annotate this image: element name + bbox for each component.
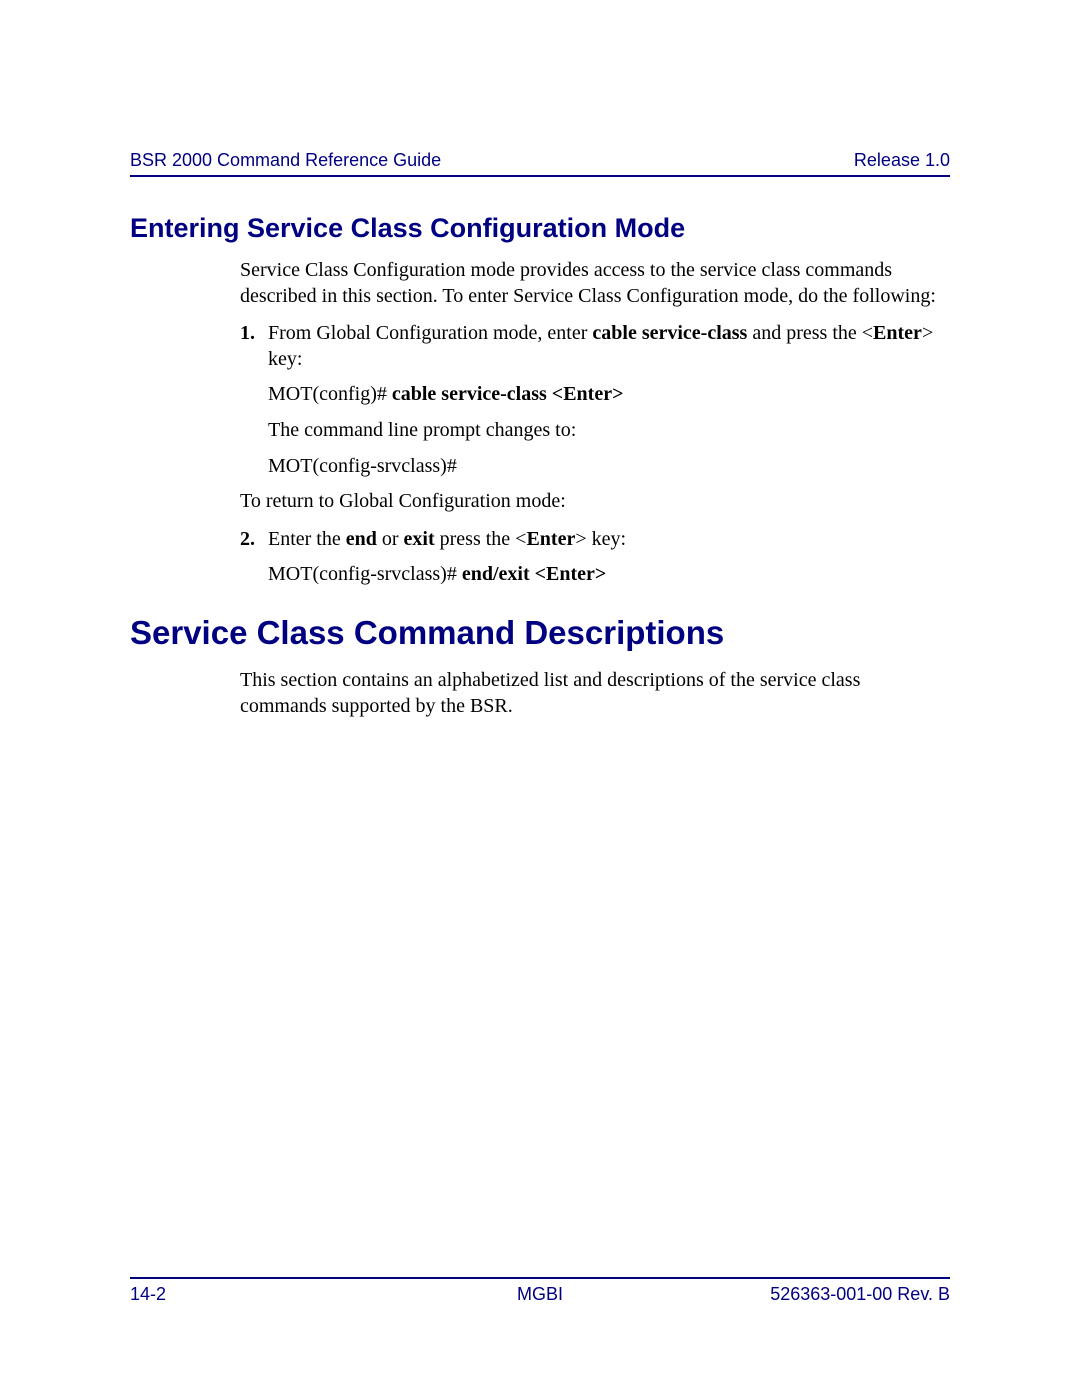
command-line-1: MOT(config)# cable service-class <Enter> [268,382,950,408]
step-2-number: 2. [240,527,268,553]
cmd2-prompt: MOT(config-srvclass)# [268,563,462,585]
command-line-2: MOT(config-srvclass)# end/exit <Enter> [268,562,950,588]
step-1-mid: and press the < [747,322,873,344]
step-1-text: From Global Configuration mode, enter ca… [268,321,950,372]
step-2-mid1: or [377,528,404,550]
section2-body: This section contains an alphabetized li… [240,668,950,719]
footer-right: 526363-001-00 Rev. B [770,1284,950,1305]
section-heading-entering-mode: Entering Service Class Configuration Mod… [130,213,950,244]
step-2-bold-exit: exit [404,528,435,550]
step-2-mid2: press the < [435,528,527,550]
page-footer: 14-2 MGBI 526363-001-00 Rev. B [130,1277,950,1305]
step-2: 2. Enter the end or exit press the <Ente… [240,527,950,553]
cmd2-bold: end/exit <Enter> [462,563,606,585]
step-2-bold-enter: Enter [526,528,575,550]
cmd1-prompt: MOT(config)# [268,383,392,405]
step-2-pre: Enter the [268,528,346,550]
step-2-post: > key: [575,528,626,550]
return-note: To return to Global Configuration mode: [240,489,950,515]
step-1-bold-enter: Enter [873,322,922,344]
prompt-change-note: The command line prompt changes to: [268,418,950,444]
step-1: 1. From Global Configuration mode, enter… [240,321,950,372]
step-1-pre: From Global Configuration mode, enter [268,322,592,344]
section-heading-command-descriptions: Service Class Command Descriptions [130,614,950,652]
header-left: BSR 2000 Command Reference Guide [130,150,441,171]
document-page: BSR 2000 Command Reference Guide Release… [0,0,1080,1397]
footer-center: MGBI [517,1284,563,1305]
section2-intro: This section contains an alphabetized li… [240,668,950,719]
new-prompt: MOT(config-srvclass)# [268,454,950,480]
step-2-bold-end: end [346,528,377,550]
step-1-bold-cmd: cable service-class [592,322,747,344]
step-1-number: 1. [240,321,268,372]
intro-paragraph: Service Class Configuration mode provide… [240,258,950,309]
page-header: BSR 2000 Command Reference Guide Release… [130,150,950,177]
cmd1-bold: cable service-class <Enter> [392,383,624,405]
header-right: Release 1.0 [854,150,950,171]
section1-body: Service Class Configuration mode provide… [240,258,950,588]
footer-left: 14-2 [130,1284,166,1305]
step-2-text: Enter the end or exit press the <Enter> … [268,527,950,553]
